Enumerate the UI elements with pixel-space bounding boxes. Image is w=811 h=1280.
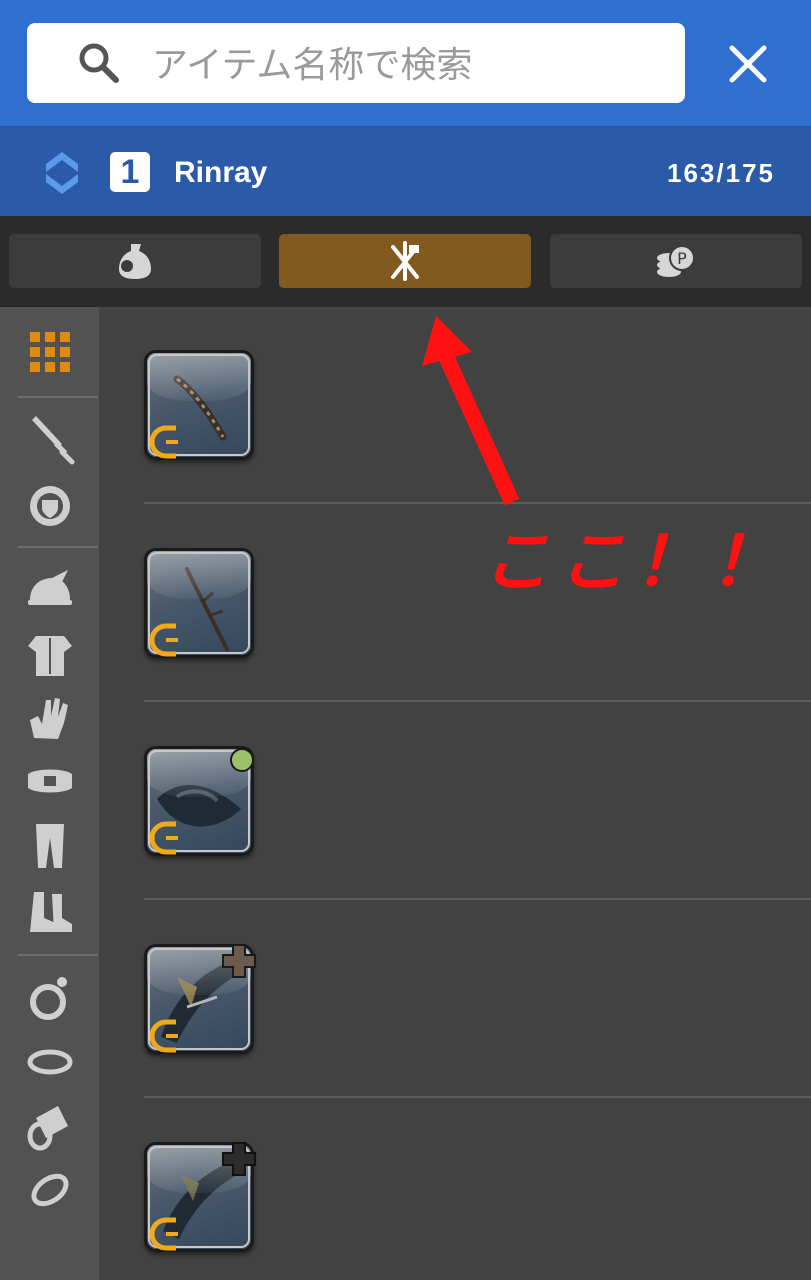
search-icon xyxy=(79,43,119,83)
tab-currency[interactable]: P xyxy=(550,234,802,288)
currency-icon: P xyxy=(657,245,695,277)
row-separator xyxy=(144,1096,811,1098)
close-icon[interactable] xyxy=(722,38,774,90)
legs-icon[interactable] xyxy=(22,818,78,874)
grid-all-icon[interactable] xyxy=(22,324,78,380)
item-3-green-dot-badge xyxy=(230,748,254,772)
sidebar-divider xyxy=(18,396,98,398)
bracelet-icon[interactable] xyxy=(22,1098,78,1154)
character-number-badge: 1 xyxy=(110,152,150,192)
app-root: アイテム名称で検索 1 Rinray 163/175 P ここ！！ xyxy=(0,0,811,1280)
sidebar-divider xyxy=(18,546,98,548)
item-1-mark-icon xyxy=(150,425,178,459)
item-bag-icon xyxy=(119,244,151,279)
tab-items[interactable] xyxy=(9,234,261,288)
row-separator xyxy=(144,700,811,702)
tab-equipment[interactable] xyxy=(279,234,531,288)
annotation-arrow-icon xyxy=(422,316,520,506)
item-5-black-cross-badge xyxy=(222,1142,256,1176)
item-4-mark-icon xyxy=(150,1019,178,1053)
item-2-mark-icon xyxy=(150,623,178,657)
hands-icon[interactable] xyxy=(22,690,78,746)
row-separator xyxy=(144,898,811,900)
feet-icon[interactable] xyxy=(22,884,78,940)
item-5-mark-icon xyxy=(150,1217,178,1251)
earrings-icon[interactable] xyxy=(22,970,78,1026)
head-icon[interactable] xyxy=(22,562,78,618)
sort-toggle-icon[interactable] xyxy=(42,150,82,196)
ring-icon[interactable] xyxy=(22,1162,78,1218)
sidebar-divider xyxy=(18,954,98,956)
item-3-mark-icon xyxy=(150,821,178,855)
shield-icon[interactable] xyxy=(22,478,78,534)
inventory-count: 163/175 xyxy=(667,158,775,188)
waist-icon[interactable] xyxy=(22,754,78,810)
weapon-armor-icon xyxy=(391,241,419,281)
search-placeholder: アイテム名称で検索 xyxy=(152,45,473,86)
sword-icon[interactable] xyxy=(22,412,78,468)
svg-text:P: P xyxy=(677,249,687,268)
character-name[interactable]: Rinray xyxy=(174,154,267,192)
item-4-brown-cross-badge xyxy=(222,944,256,978)
necklace-icon[interactable] xyxy=(22,1034,78,1090)
body-icon[interactable] xyxy=(22,626,78,682)
annotation-text: ここ！！ xyxy=(482,523,787,602)
